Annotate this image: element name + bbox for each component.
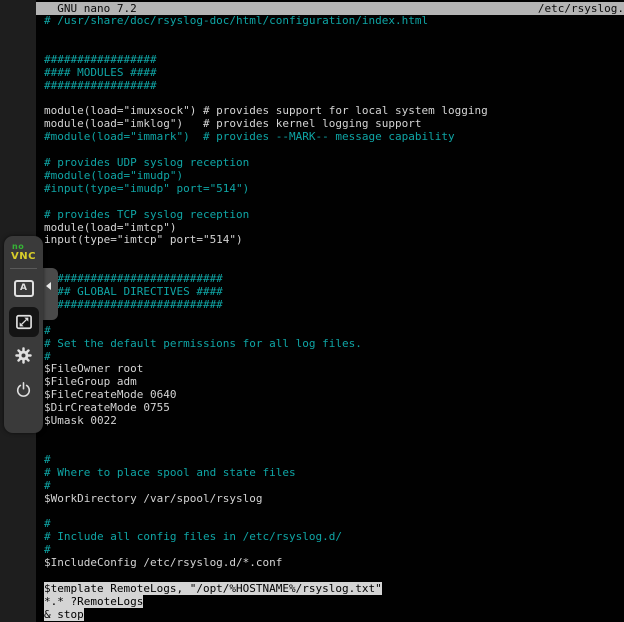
editor-line: $Umask 0022 — [44, 415, 624, 428]
editor-line — [44, 28, 624, 41]
power-icon — [14, 380, 33, 399]
selected-text: *.* ?RemoteLogs — [44, 595, 143, 608]
settings-button[interactable] — [9, 340, 39, 370]
editor-line: & stop — [44, 609, 624, 622]
nano-filename-label: /etc/rsyslog. — [538, 2, 624, 15]
editor-line: #### MODULES #### — [44, 67, 624, 80]
editor-line: # — [44, 454, 624, 467]
vnc-session-screen: GNU nano 7.2 /etc/rsyslog. # /usr/share/… — [0, 0, 624, 622]
editor-line: $WorkDirectory /var/spool/rsyslog — [44, 493, 624, 506]
editor-line — [44, 247, 624, 260]
editor-line: #module(load="imudp") — [44, 170, 624, 183]
editor-line: # /usr/share/doc/rsyslog-doc/html/config… — [44, 15, 624, 28]
selected-text: & stop — [44, 608, 84, 621]
editor-line: #module(load="immark") # provides --MARK… — [44, 131, 624, 144]
novnc-logo-no: no — [12, 243, 36, 251]
collapse-arrow-icon — [46, 282, 51, 290]
keyboard-button[interactable]: A — [9, 273, 39, 303]
nano-version-label: GNU nano 7.2 — [36, 2, 137, 15]
editor-line: #### GLOBAL DIRECTIVES #### — [44, 286, 624, 299]
panel-divider — [10, 268, 37, 269]
editor-line: $IncludeConfig /etc/rsyslog.d/*.conf — [44, 557, 624, 570]
editor-line — [44, 570, 624, 583]
editor-line: input(type="imtcp" port="514") — [44, 234, 624, 247]
editor-line — [44, 505, 624, 518]
editor-line: # Where to place spool and state files — [44, 467, 624, 480]
nano-titlebar: GNU nano 7.2 /etc/rsyslog. — [36, 2, 624, 15]
terminal-window[interactable]: GNU nano 7.2 /etc/rsyslog. # /usr/share/… — [36, 0, 624, 622]
editor-line: # provides TCP syslog reception — [44, 209, 624, 222]
editor-line — [44, 196, 624, 209]
nano-editor-buffer[interactable]: # /usr/share/doc/rsyslog-doc/html/config… — [44, 15, 624, 622]
editor-line: ################# — [44, 80, 624, 93]
power-button[interactable] — [9, 374, 39, 404]
keyboard-a-icon: A — [14, 280, 34, 297]
editor-line — [44, 428, 624, 441]
editor-line: ########################### — [44, 299, 624, 312]
editor-line: *.* ?RemoteLogs — [44, 596, 624, 609]
editor-line: #input(type="imudp" port="514") — [44, 183, 624, 196]
fullscreen-button[interactable] — [9, 307, 39, 337]
editor-line — [44, 41, 624, 54]
editor-line: # — [44, 325, 624, 338]
editor-line: # provides UDP syslog reception — [44, 157, 624, 170]
editor-line: ################# — [44, 54, 624, 67]
keyboard-a-label: A — [20, 284, 27, 293]
editor-line: # Include all config files in /etc/rsysl… — [44, 531, 624, 544]
editor-line — [44, 441, 624, 454]
novnc-logo-vnc: VNC — [11, 252, 36, 262]
selected-text: $template RemoteLogs, "/opt/%HOSTNAME%/r… — [44, 582, 382, 595]
editor-line: # — [44, 480, 624, 493]
novnc-control-panel: no VNC A — [4, 236, 43, 433]
novnc-logo: no VNC — [11, 243, 36, 262]
editor-line: $DirCreateMode 0755 — [44, 402, 624, 415]
gear-icon — [13, 345, 34, 366]
editor-line: $template RemoteLogs, "/opt/%HOSTNAME%/r… — [44, 583, 624, 596]
editor-line: # Set the default permissions for all lo… — [44, 338, 624, 351]
fullscreen-icon — [14, 312, 34, 332]
editor-line — [44, 312, 624, 325]
